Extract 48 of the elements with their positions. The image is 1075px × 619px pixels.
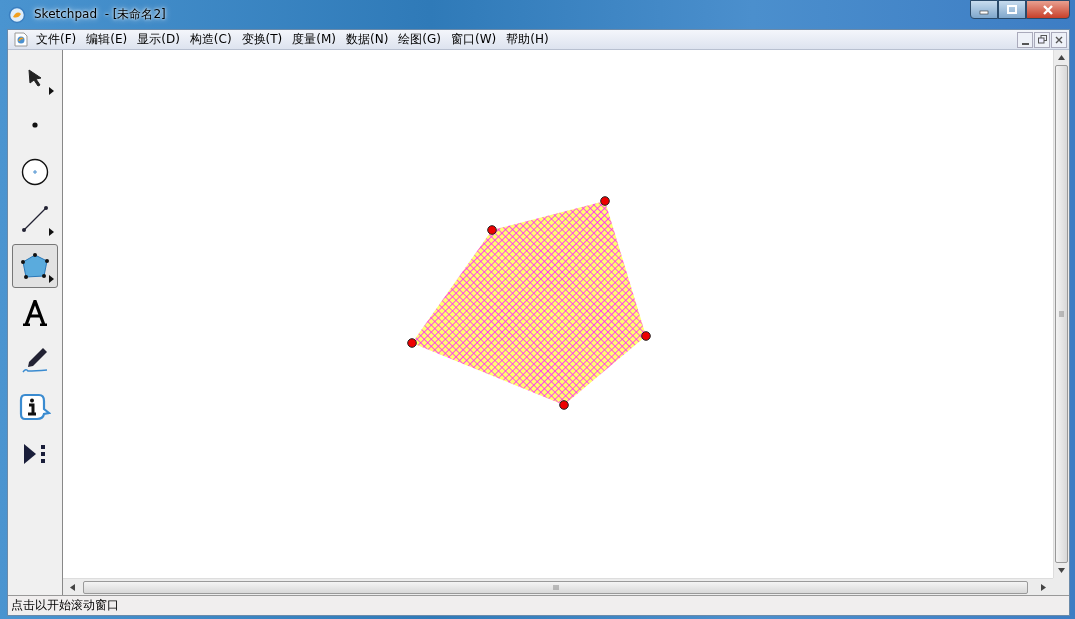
maximize-icon — [1007, 4, 1017, 15]
tool-button[interactable] — [12, 244, 58, 288]
point-icon — [32, 122, 38, 128]
letter-a-icon — [22, 300, 48, 326]
scroll-left-icon — [70, 583, 75, 591]
menu-item[interactable]: 绘图(G) — [393, 30, 446, 49]
menu-item[interactable]: 窗口(W) — [446, 30, 502, 49]
play-dots-icon — [22, 442, 48, 466]
menu-item[interactable]: 度量(M) — [287, 30, 341, 49]
menu-item[interactable]: 变换(T) — [236, 30, 288, 49]
grip-icon — [1059, 311, 1064, 317]
scroll-down-icon — [1058, 568, 1065, 573]
submenu-triangle-icon — [49, 275, 54, 283]
scroll-thumb[interactable] — [1055, 65, 1068, 563]
close-button[interactable] — [1026, 0, 1070, 19]
menu-item[interactable]: 文件(F) — [31, 30, 82, 49]
info-icon — [19, 393, 51, 421]
marker-pen-icon — [21, 346, 49, 374]
minimize-icon — [1021, 42, 1029, 45]
window-title: Sketchpad - [未命名2] — [34, 6, 166, 23]
app-logo-icon — [8, 5, 26, 24]
scroll-thumb[interactable] — [83, 580, 1028, 594]
document-icon — [14, 32, 28, 47]
menu-item[interactable]: 显示(D) — [132, 30, 185, 49]
menu-item[interactable]: 数据(N) — [341, 30, 394, 49]
document-restore-button[interactable] — [1034, 31, 1050, 48]
arrow-pointer-icon — [26, 68, 44, 88]
grip-icon — [552, 584, 559, 590]
line-segment-icon — [21, 205, 49, 233]
menu-item[interactable]: 编辑(E) — [81, 30, 133, 49]
submenu-triangle-icon — [49, 87, 54, 95]
document-close-button[interactable] — [1051, 31, 1067, 48]
menu-item[interactable]: 帮助(H) — [501, 30, 554, 49]
close-icon — [1055, 35, 1063, 44]
maximize-button[interactable] — [998, 0, 1026, 19]
submenu-triangle-icon — [49, 228, 54, 236]
status-text: 点击以开始滚动窗口 — [11, 597, 119, 614]
vertical-scrollbar[interactable] — [1053, 50, 1069, 578]
restore-icon — [1037, 35, 1047, 44]
document-minimize-button[interactable] — [1017, 31, 1033, 48]
menu-item[interactable]: 构造(C) — [184, 30, 237, 49]
pentagon-icon — [20, 252, 50, 280]
horizontal-scrollbar[interactable] — [63, 578, 1053, 595]
scroll-right-icon — [1041, 583, 1046, 591]
scroll-up-icon — [1058, 55, 1065, 60]
circle-icon — [21, 158, 49, 186]
minimize-button[interactable] — [970, 0, 998, 19]
close-icon — [1042, 4, 1054, 15]
